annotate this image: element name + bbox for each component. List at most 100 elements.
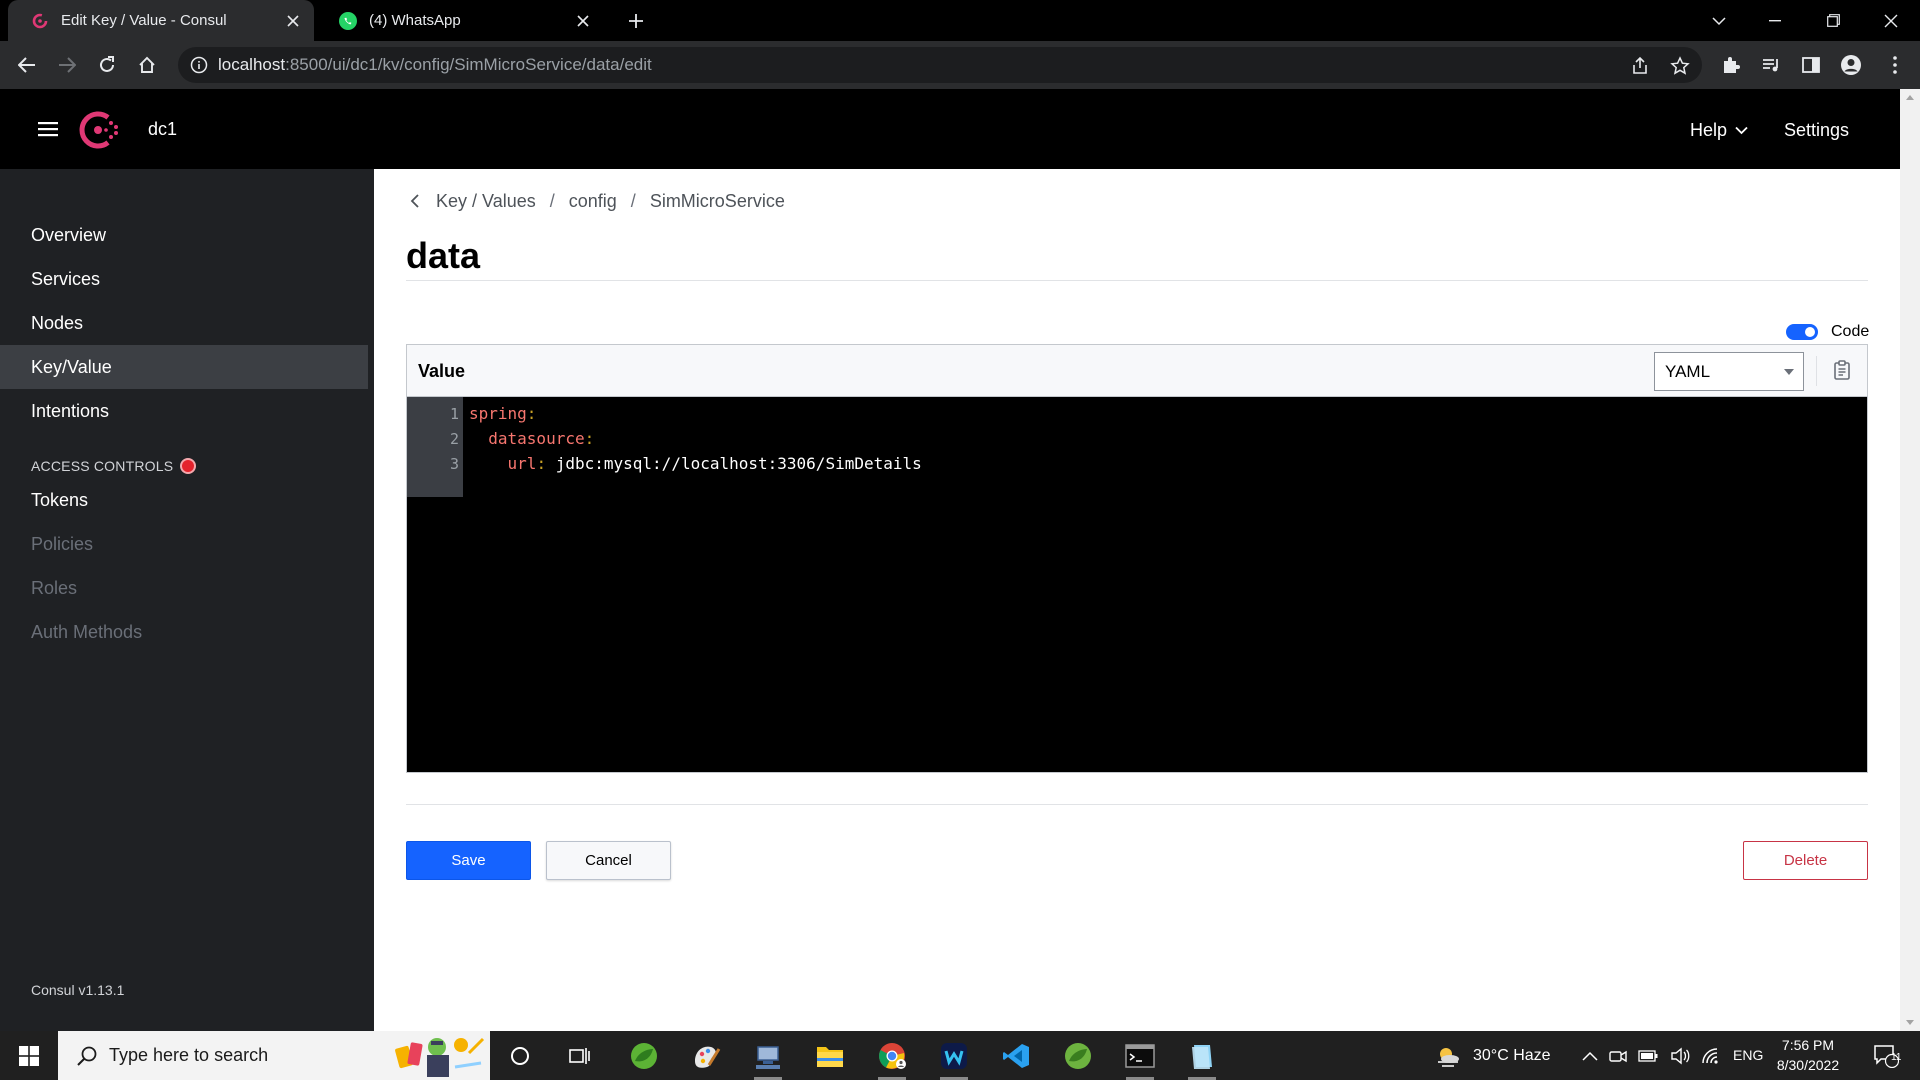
yaml-value: jdbc:mysql://localhost:3306/SimDetails (555, 454, 922, 473)
divider (1816, 356, 1817, 386)
page-scrollbar[interactable] (1900, 89, 1920, 1031)
line-number: 3 (449, 455, 459, 473)
caret-down-icon (1784, 369, 1794, 375)
chevron-down-icon (1735, 126, 1748, 134)
task-view-icon[interactable] (564, 1040, 596, 1072)
datacenter-selector[interactable]: dc1 (148, 89, 177, 169)
hamburger-menu-icon[interactable] (38, 119, 60, 139)
forward-icon[interactable] (54, 52, 80, 78)
line-number: 1 (449, 405, 459, 423)
browser-menu-icon[interactable] (1882, 52, 1908, 78)
site-info-icon[interactable] (190, 56, 208, 74)
spring-tool-suite-icon[interactable] (628, 1040, 660, 1072)
browser-toolbar: localhost:8500/ui/dc1/kv/config/SimMicro… (0, 41, 1920, 89)
cancel-button[interactable]: Cancel (546, 841, 671, 880)
network-computer-icon[interactable] (752, 1040, 784, 1080)
terminal-icon[interactable] (1124, 1040, 1156, 1080)
code-line: url: jdbc:mysql://localhost:3306/SimDeta… (469, 454, 922, 473)
clock-date: 8/30/2022 (1776, 1057, 1840, 1073)
help-menu[interactable]: Help (1690, 89, 1748, 171)
address-bar[interactable]: localhost:8500/ui/dc1/kv/config/SimMicro… (178, 47, 1702, 83)
cortana-icon[interactable] (504, 1040, 536, 1072)
system-clock[interactable]: 7:56 PM 8/30/2022 (1752, 1035, 1864, 1075)
close-tab-icon[interactable] (284, 12, 302, 30)
media-control-icon[interactable] (1758, 52, 1784, 78)
volume-icon[interactable] (1664, 1040, 1696, 1072)
settings-link[interactable]: Settings (1784, 89, 1849, 171)
consul-favicon-icon (30, 11, 50, 31)
breadcrumb-simmicroservice[interactable]: SimMicroService (650, 191, 785, 212)
back-icon[interactable] (14, 52, 40, 78)
yaml-colon: : (526, 404, 537, 423)
sidebar-item-key-value[interactable]: Key/Value (0, 345, 368, 389)
sidebar-nav: Overview Services Nodes Key/Value Intent… (0, 169, 374, 1031)
battery-icon[interactable] (1632, 1040, 1664, 1072)
sidebar-item-services[interactable]: Services (0, 257, 374, 301)
main-content: Key / Values / config / SimMicroService … (374, 169, 1900, 1031)
restore-icon[interactable] (1810, 0, 1856, 41)
tab-title: (4) WhatsApp (369, 12, 461, 29)
wifi-icon[interactable] (1695, 1040, 1727, 1072)
new-tab-icon[interactable] (624, 9, 648, 33)
copy-clipboard-icon[interactable] (1832, 359, 1852, 381)
side-panel-icon[interactable] (1798, 52, 1824, 78)
sidebar-item-tokens[interactable]: Tokens (0, 478, 374, 522)
sidebar-item-nodes[interactable]: Nodes (0, 301, 374, 345)
extensions-icon[interactable] (1718, 52, 1744, 78)
breadcrumb: Key / Values / config / SimMicroService (410, 186, 785, 216)
divider (406, 280, 1868, 281)
code-toggle[interactable]: Code (1786, 323, 1869, 341)
windows-start-icon[interactable] (0, 1031, 58, 1080)
whatsapp-favicon-icon (338, 11, 358, 31)
delete-button[interactable]: Delete (1743, 841, 1868, 880)
profile-avatar-icon[interactable] (1838, 52, 1864, 78)
close-window-icon[interactable] (1868, 0, 1914, 41)
browser-tab-whatsapp[interactable]: (4) WhatsApp (316, 0, 604, 41)
language-select[interactable]: YAML (1654, 352, 1804, 391)
scroll-down-arrow-icon[interactable] (1906, 1020, 1914, 1025)
vscode-icon[interactable] (1000, 1040, 1032, 1072)
value-label: Value (418, 361, 466, 381)
chrome-icon[interactable] (876, 1040, 908, 1080)
yaml-colon: : (536, 454, 547, 473)
breadcrumb-separator: / (630, 190, 636, 211)
breadcrumb-config[interactable]: config (569, 191, 617, 212)
consul-version: Consul v1.13.1 (31, 982, 125, 998)
value-editor: Value YAML 1 2 3 spring: datasource: url… (406, 344, 1868, 773)
scroll-up-arrow-icon[interactable] (1906, 95, 1914, 100)
windows-taskbar: Type here to search 30°C Haze ENG 7:56 P… (0, 1031, 1920, 1080)
close-tab-icon[interactable] (574, 12, 592, 30)
search-highlight-illustration-icon (395, 1037, 485, 1077)
file-explorer-icon[interactable] (814, 1040, 846, 1072)
webex-icon[interactable] (938, 1040, 970, 1080)
share-icon[interactable] (1630, 56, 1650, 76)
code-editor[interactable]: 1 2 3 spring: datasource: url: jdbc:mysq… (407, 397, 1867, 772)
sidebar-item-overview[interactable]: Overview (0, 213, 374, 257)
save-button[interactable]: Save (406, 841, 531, 880)
weather-text[interactable]: 30°C Haze (1473, 1031, 1551, 1080)
paint-app-icon[interactable] (690, 1040, 722, 1072)
sidebar-item-roles: Roles (31, 578, 78, 598)
minimize-icon[interactable] (1752, 0, 1798, 41)
toggle-switch[interactable] (1786, 324, 1818, 340)
notification-center-icon[interactable]: 11 (1866, 1040, 1906, 1072)
sidebar-item-intentions[interactable]: Intentions (0, 389, 374, 433)
notepad-app-icon[interactable] (1186, 1040, 1218, 1080)
tab-search-icon[interactable] (1696, 0, 1742, 41)
meet-now-icon[interactable] (1602, 1040, 1634, 1072)
taskbar-search[interactable]: Type here to search (58, 1031, 490, 1080)
bookmark-star-icon[interactable] (1670, 56, 1690, 76)
home-icon[interactable] (134, 52, 160, 78)
access-controls-heading: ACCESS CONTROLS (31, 458, 195, 474)
tab-title: Edit Key / Value - Consul (61, 12, 227, 29)
browser-tab-consul[interactable]: Edit Key / Value - Consul (8, 0, 314, 41)
acl-status-dot-icon (182, 460, 195, 472)
breadcrumb-key-values[interactable]: Key / Values (436, 191, 536, 212)
page-title: data (406, 235, 481, 276)
spring-tool-suite-icon[interactable] (1062, 1040, 1094, 1072)
reload-icon[interactable] (94, 52, 120, 78)
chevron-left-icon[interactable] (410, 194, 420, 208)
sidebar-item-policies: Policies (31, 534, 94, 554)
consul-logo-icon[interactable] (78, 109, 120, 151)
